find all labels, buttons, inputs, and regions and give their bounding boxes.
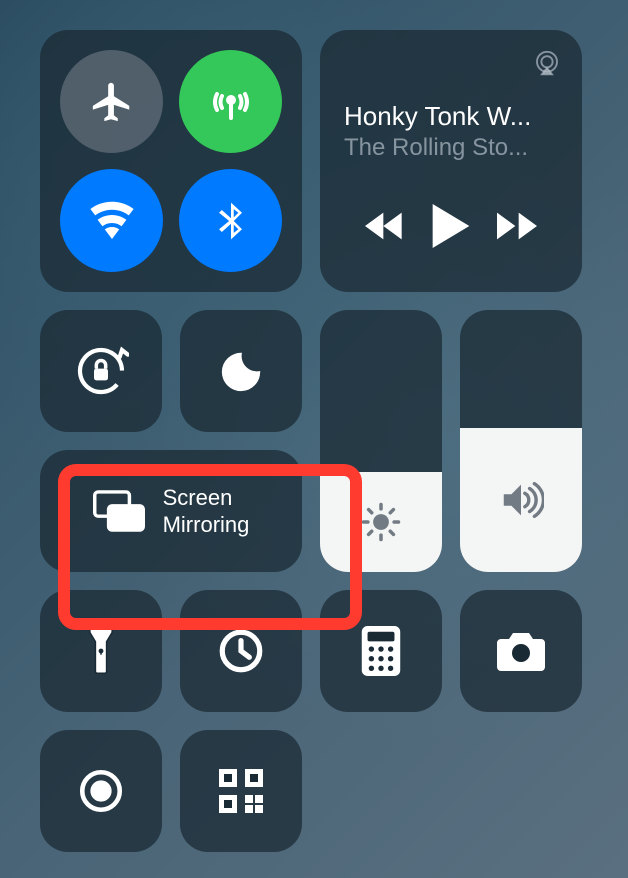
- screen-mirror-icon: [93, 490, 145, 532]
- music-module[interactable]: Honky Tonk W... The Rolling Sto...: [320, 30, 582, 292]
- volume-slider[interactable]: [460, 310, 582, 572]
- camera-icon: [495, 630, 547, 672]
- airplane-icon: [89, 79, 135, 125]
- calculator-button[interactable]: [320, 590, 442, 712]
- forward-icon: [497, 210, 537, 242]
- do-not-disturb-toggle[interactable]: [180, 310, 302, 432]
- play-button[interactable]: [432, 204, 470, 253]
- screen-record-icon: [76, 766, 126, 816]
- cellular-icon: [207, 78, 255, 126]
- song-artist: The Rolling Sto...: [344, 134, 558, 162]
- volume-icon: [498, 477, 544, 523]
- flashlight-icon: [85, 625, 117, 677]
- bluetooth-toggle[interactable]: [179, 169, 282, 272]
- timer-icon: [216, 626, 266, 676]
- rewind-button[interactable]: [365, 210, 405, 247]
- orientation-lock-toggle[interactable]: [40, 310, 162, 432]
- airplay-icon[interactable]: [532, 48, 562, 83]
- wifi-icon: [88, 197, 136, 245]
- wifi-toggle[interactable]: [60, 169, 163, 272]
- screen-record-button[interactable]: [40, 730, 162, 852]
- airplane-mode-toggle[interactable]: [60, 50, 163, 153]
- do-not-disturb-icon: [218, 348, 264, 394]
- calculator-icon: [361, 626, 401, 676]
- rewind-icon: [365, 210, 405, 242]
- play-icon: [432, 204, 470, 248]
- qr-code-icon: [219, 769, 263, 813]
- screen-mirroring-label: Screen Mirroring: [163, 484, 250, 539]
- bluetooth-icon: [209, 199, 253, 243]
- cellular-data-toggle[interactable]: [179, 50, 282, 153]
- song-title: Honky Tonk W...: [344, 101, 558, 132]
- camera-button[interactable]: [460, 590, 582, 712]
- orientation-lock-icon: [73, 343, 129, 399]
- connectivity-module: [40, 30, 302, 292]
- brightness-icon: [360, 501, 402, 543]
- screen-mirroring-button[interactable]: Screen Mirroring: [40, 450, 302, 572]
- timer-button[interactable]: [180, 590, 302, 712]
- flashlight-button[interactable]: [40, 590, 162, 712]
- brightness-slider[interactable]: [320, 310, 442, 572]
- forward-button[interactable]: [497, 210, 537, 247]
- qr-code-button[interactable]: [180, 730, 302, 852]
